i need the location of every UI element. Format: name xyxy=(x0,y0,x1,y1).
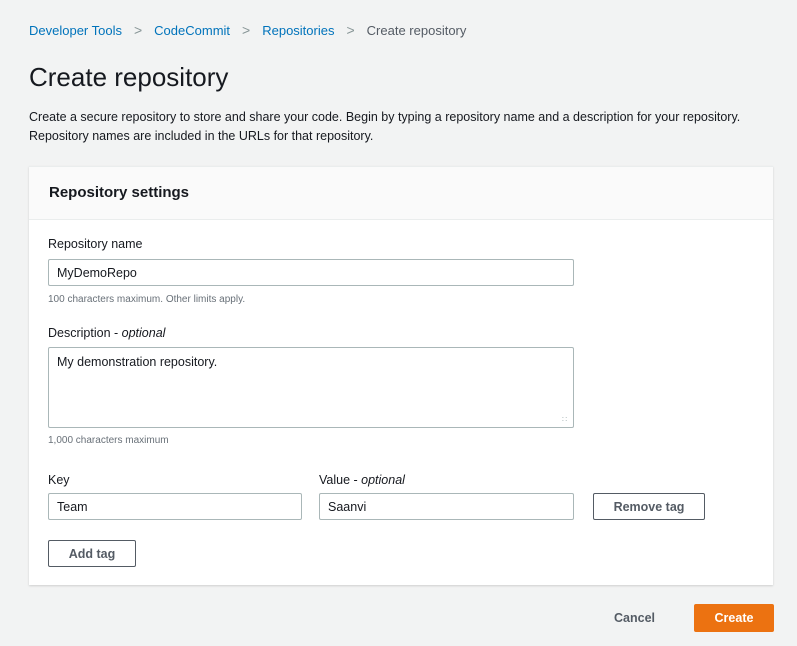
tag-value-label-text: Value xyxy=(319,473,351,487)
tag-value-optional-text: optional xyxy=(361,473,405,487)
tag-key-label: Key xyxy=(48,473,70,487)
description-textarea[interactable]: My demonstration repository. xyxy=(48,347,574,428)
description-hint: 1,000 characters maximum xyxy=(48,435,169,446)
page-title: Create repository xyxy=(29,62,229,92)
breadcrumb-separator-icon: > xyxy=(242,22,251,38)
tag-key-input[interactable] xyxy=(48,493,302,520)
tag-value-input[interactable] xyxy=(319,493,574,520)
add-tag-button[interactable]: Add tag xyxy=(48,540,136,567)
description-optional-text: optional xyxy=(121,326,166,340)
breadcrumb-current: Create repository xyxy=(366,22,467,38)
tag-value-label: Value - optional xyxy=(319,473,405,487)
repository-name-label: Repository name xyxy=(48,237,143,251)
breadcrumb-separator-icon: > xyxy=(346,22,355,38)
panel-title: Repository settings xyxy=(49,184,190,201)
page-description: Create a secure repository to store and … xyxy=(29,110,741,143)
cancel-button[interactable]: Cancel xyxy=(614,611,655,625)
description-label-text: Description xyxy=(48,326,111,340)
breadcrumb-repositories[interactable]: Repositories xyxy=(262,23,334,38)
resize-handle-icon[interactable]: ∷ xyxy=(562,416,570,424)
create-button[interactable]: Create xyxy=(694,604,774,632)
remove-tag-button[interactable]: Remove tag xyxy=(593,493,705,520)
repository-name-input[interactable] xyxy=(48,259,574,286)
breadcrumb: Developer Tools > CodeCommit > Repositor… xyxy=(29,22,466,38)
breadcrumb-codecommit[interactable]: CodeCommit xyxy=(154,23,230,38)
panel-header: Repository settings xyxy=(29,167,773,220)
repository-name-hint: 100 characters maximum. Other limits app… xyxy=(48,294,246,305)
repository-settings-panel: Repository settings Repository name 100 … xyxy=(29,166,773,585)
breadcrumb-developer-tools[interactable]: Developer Tools xyxy=(29,23,122,38)
breadcrumb-separator-icon: > xyxy=(133,22,143,38)
description-label: Description - optional xyxy=(48,326,166,340)
